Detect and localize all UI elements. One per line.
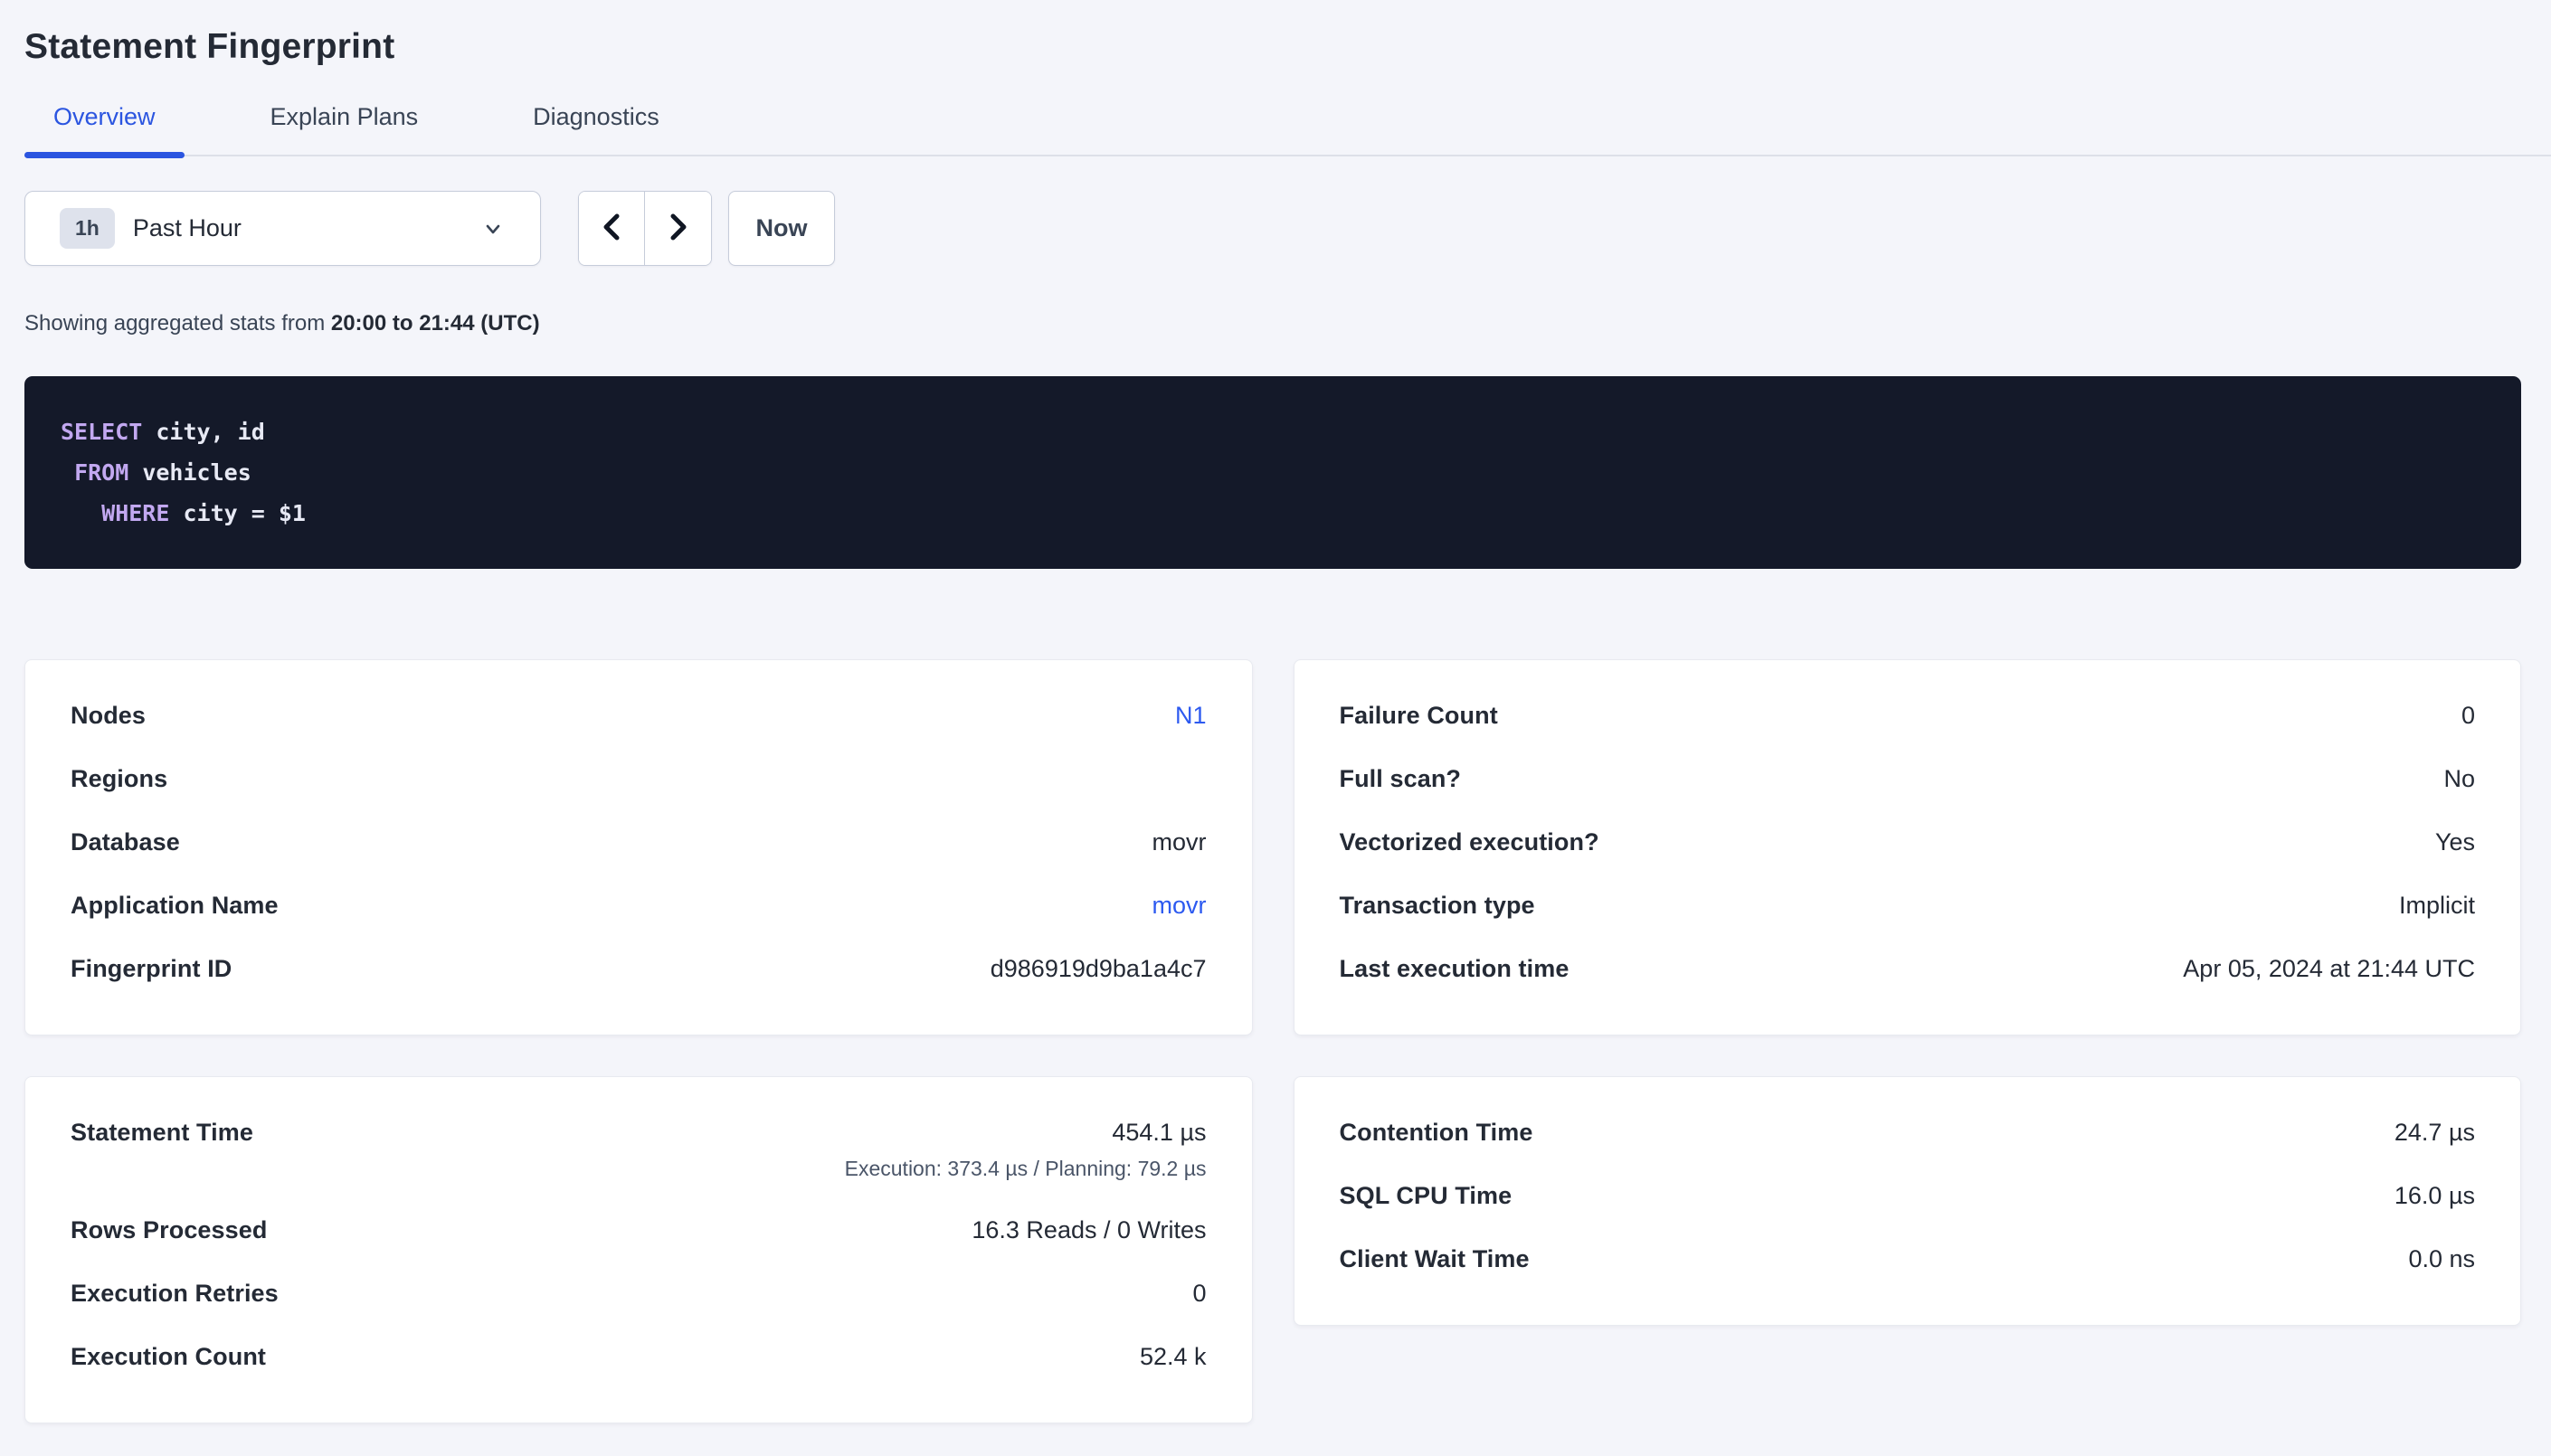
row-value: 0 — [2461, 700, 2475, 731]
row-label: Transaction type — [1340, 890, 1535, 921]
row-value: 0 — [1192, 1278, 1206, 1309]
client-wait-time-row: Client Wait Time 0.0 ns — [1340, 1243, 2476, 1274]
row-value: d986919d9ba1a4c7 — [991, 953, 1207, 984]
tab-overview[interactable]: Overview — [24, 103, 185, 155]
row-label: Failure Count — [1340, 700, 1498, 731]
row-value: 52.4 k — [1140, 1341, 1207, 1372]
row-label: Full scan? — [1340, 763, 1462, 794]
statement-time-values: 454.1 µs Execution: 373.4 µs / Planning:… — [845, 1117, 1207, 1182]
row-label: Vectorized execution? — [1340, 827, 1599, 857]
contention-time-row: Contention Time 24.7 µs — [1340, 1117, 2476, 1148]
application-name-link[interactable]: movr — [1152, 890, 1207, 921]
sql-cpu-time-row: SQL CPU Time 16.0 µs — [1340, 1180, 2476, 1211]
time-range-dropdown[interactable]: 1h Past Hour — [24, 191, 541, 266]
sql-statement-box: SELECT city, id FROM vehicles WHERE city… — [24, 376, 2521, 569]
failure-count-row: Failure Count 0 — [1340, 700, 2476, 731]
chevron-left-icon — [599, 211, 624, 246]
rows-processed-row: Rows Processed 16.3 Reads / 0 Writes — [71, 1215, 1207, 1245]
statement-time-breakdown: Execution: 373.4 µs / Planning: 79.2 µs — [845, 1155, 1207, 1182]
aggregated-stats-range: 20:00 to 21:44 (UTC) — [331, 311, 540, 336]
application-name-row: Application Name movr — [71, 890, 1207, 921]
prev-time-button[interactable] — [579, 192, 645, 265]
now-button[interactable]: Now — [728, 191, 835, 266]
row-label: Rows Processed — [71, 1215, 268, 1245]
row-label: Application Name — [71, 890, 279, 921]
time-interval-badge: 1h — [60, 208, 115, 249]
sql-keyword: SELECT — [61, 419, 142, 445]
sql-statement-text: SELECT city, id FROM vehicles WHERE city… — [61, 411, 2485, 534]
row-label: Execution Retries — [71, 1278, 279, 1309]
row-label: SQL CPU Time — [1340, 1180, 1513, 1211]
tabs-bar: Overview Explain Plans Diagnostics — [24, 103, 2551, 156]
row-value: 454.1 µs — [1112, 1117, 1206, 1148]
row-label: Statement Time — [71, 1117, 253, 1148]
time-controls-row: 1h Past Hour — [24, 191, 2521, 266]
row-label: Nodes — [71, 700, 146, 731]
chevron-right-icon — [666, 211, 691, 246]
row-value: 24.7 µs — [2395, 1117, 2475, 1148]
sql-keyword: WHERE — [101, 500, 169, 526]
database-row: Database movr — [71, 827, 1207, 857]
row-value: Yes — [2435, 827, 2475, 857]
regions-row: Regions — [71, 763, 1207, 794]
row-label: Execution Count — [71, 1341, 266, 1372]
full-scan-row: Full scan? No — [1340, 763, 2476, 794]
execution-retries-row: Execution Retries 0 — [71, 1278, 1207, 1309]
row-value: 0.0 ns — [2408, 1243, 2475, 1274]
row-label: Fingerprint ID — [71, 953, 232, 984]
timing-card-left: Statement Time 454.1 µs Execution: 373.4… — [24, 1076, 1253, 1423]
row-label: Contention Time — [1340, 1117, 1533, 1148]
overview-card-right: Failure Count 0 Full scan? No Vectorized… — [1294, 659, 2522, 1035]
row-label: Last execution time — [1340, 953, 1569, 984]
chevron-down-icon — [480, 216, 506, 241]
nodes-link[interactable]: N1 — [1175, 700, 1207, 731]
last-execution-time-row: Last execution time Apr 05, 2024 at 21:4… — [1340, 953, 2476, 984]
statement-time-row: Statement Time 454.1 µs Execution: 373.4… — [71, 1117, 1207, 1182]
overview-card-left: Nodes N1 Regions Database movr Applicati… — [24, 659, 1253, 1035]
transaction-type-row: Transaction type Implicit — [1340, 890, 2476, 921]
row-value: movr — [1152, 827, 1207, 857]
sql-keyword: FROM — [74, 459, 128, 486]
time-step-button-group — [578, 191, 712, 266]
nodes-row: Nodes N1 — [71, 700, 1207, 731]
row-label: Client Wait Time — [1340, 1243, 1530, 1274]
row-value: No — [2443, 763, 2475, 794]
aggregated-stats-prefix: Showing aggregated stats from — [24, 311, 331, 336]
row-label: Database — [71, 827, 180, 857]
time-range-label: Past Hour — [133, 214, 242, 242]
row-label: Regions — [71, 763, 167, 794]
row-value: Apr 05, 2024 at 21:44 UTC — [2183, 953, 2475, 984]
timing-card-right: Contention Time 24.7 µs SQL CPU Time 16.… — [1294, 1076, 2522, 1326]
row-value: Implicit — [2399, 890, 2475, 921]
tab-diagnostics[interactable]: Diagnostics — [504, 103, 688, 155]
page-title: Statement Fingerprint — [24, 27, 2521, 67]
tab-explain-plans[interactable]: Explain Plans — [242, 103, 448, 155]
row-value: 16.0 µs — [2395, 1180, 2475, 1211]
vectorized-execution-row: Vectorized execution? Yes — [1340, 827, 2476, 857]
fingerprint-id-row: Fingerprint ID d986919d9ba1a4c7 — [71, 953, 1207, 984]
statement-fingerprint-page: Statement Fingerprint Overview Explain P… — [0, 0, 2551, 1442]
next-time-button[interactable] — [645, 192, 711, 265]
aggregated-stats-text: Showing aggregated stats from 20:00 to 2… — [24, 311, 2521, 336]
row-value: 16.3 Reads / 0 Writes — [972, 1215, 1206, 1245]
execution-count-row: Execution Count 52.4 k — [71, 1341, 1207, 1372]
summary-cards-grid: Nodes N1 Regions Database movr Applicati… — [24, 659, 2521, 1442]
